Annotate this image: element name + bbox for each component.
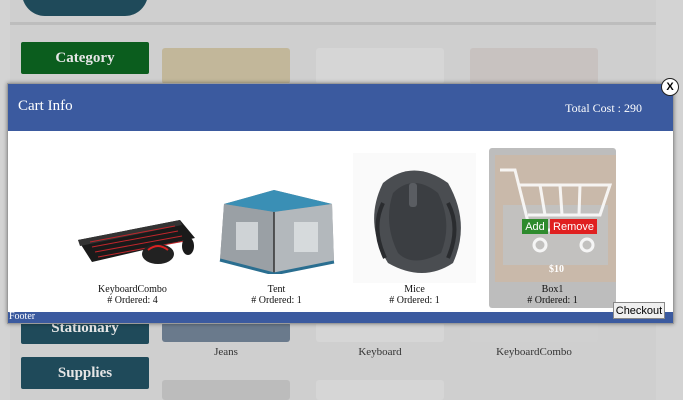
product-tile-keyboardcombo[interactable] xyxy=(470,322,598,342)
supplies-button[interactable]: Supplies xyxy=(21,357,149,389)
caption-keyboardcombo: KeyboardCombo xyxy=(496,346,572,358)
checkout-button[interactable]: Checkout xyxy=(613,302,665,319)
item-name: Box1 xyxy=(541,284,564,295)
modal-title: Cart Info xyxy=(18,98,73,114)
item-ordered: # Ordered: 4 xyxy=(107,295,158,306)
tent-image xyxy=(214,182,339,276)
close-button[interactable]: X xyxy=(661,78,679,96)
product-tile[interactable] xyxy=(316,380,444,400)
modal-header: Cart Info Total Cost : 290 xyxy=(8,84,673,131)
box1-image: Add Remove $10 xyxy=(495,155,616,282)
category-button[interactable]: Category xyxy=(21,42,149,74)
keyboardcombo-image xyxy=(70,190,195,268)
item-name: Mice xyxy=(404,284,425,295)
divider xyxy=(10,22,656,25)
product-tile[interactable] xyxy=(316,48,444,84)
product-tile[interactable] xyxy=(470,48,598,84)
item-name: KeyboardCombo xyxy=(98,284,167,295)
item-ordered: # Ordered: 1 xyxy=(527,295,578,306)
cart-item-box1: Box1 # Ordered: 1 xyxy=(491,284,614,306)
mouse-icon xyxy=(374,170,461,273)
modal-footer: Footer xyxy=(8,311,673,323)
remove-button[interactable]: Remove xyxy=(550,219,597,234)
item-ordered: # Ordered: 1 xyxy=(389,295,440,306)
caption-jeans: Jeans xyxy=(214,346,238,358)
caption-keyboard: Keyboard xyxy=(358,346,402,358)
cart-item-keyboardcombo: KeyboardCombo # Ordered: 4 xyxy=(70,284,195,306)
mice-image xyxy=(353,153,476,283)
product-tile-keyboard[interactable] xyxy=(316,322,444,342)
item-ordered: # Ordered: 1 xyxy=(251,295,302,306)
total-cost: Total Cost : 290 xyxy=(565,101,642,115)
tent-icon xyxy=(219,190,335,276)
product-tile[interactable] xyxy=(162,48,290,84)
keyboard-icon xyxy=(78,220,195,264)
cart-item-tent: Tent # Ordered: 1 xyxy=(214,284,339,306)
product-tile-jeans[interactable] xyxy=(162,322,290,342)
header-pill[interactable] xyxy=(22,0,148,16)
product-tile[interactable] xyxy=(162,380,290,400)
item-price: $10 xyxy=(549,264,564,275)
footer-label: Footer xyxy=(9,311,36,322)
add-button[interactable]: Add xyxy=(522,219,548,234)
cart-item-mice: Mice # Ordered: 1 xyxy=(353,284,476,306)
item-name: Tent xyxy=(267,284,286,295)
cart-modal: Cart Info Total Cost : 290 KeyboardCombo… xyxy=(7,83,674,324)
